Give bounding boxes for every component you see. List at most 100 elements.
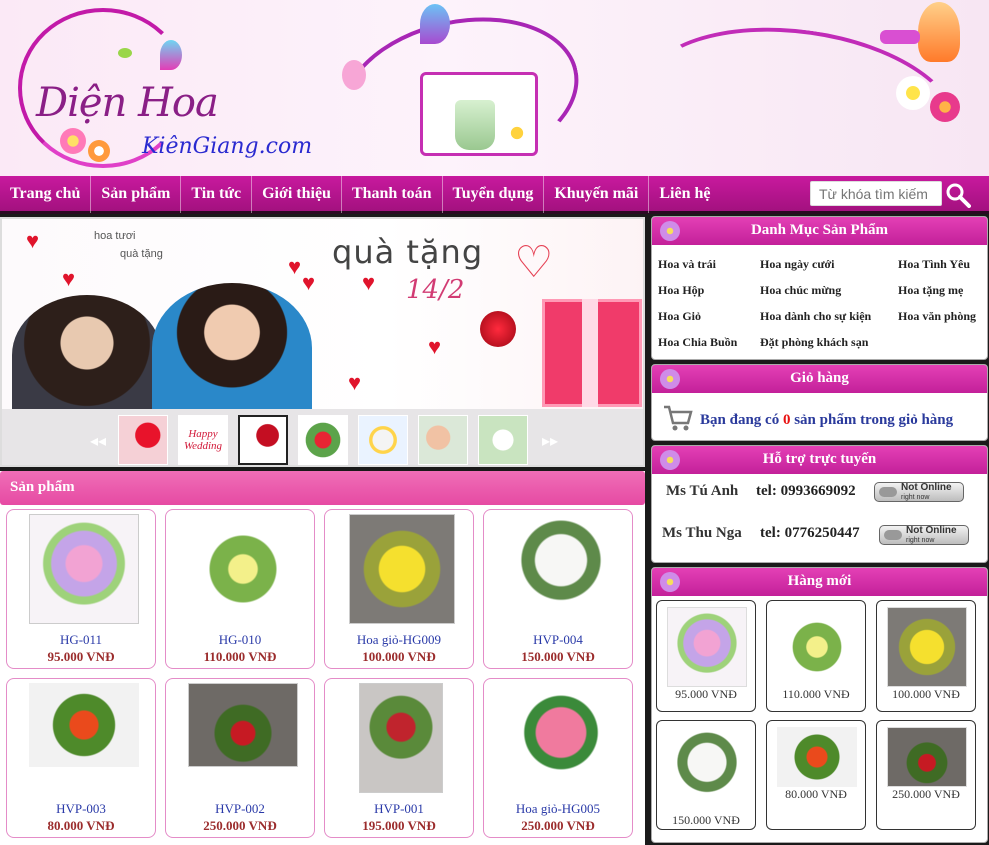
category-link[interactable]: Hoa và trái: [658, 257, 716, 272]
product-price: 80.000 VNĐ: [47, 818, 115, 833]
new-item-card[interactable]: 250.000 VNĐ: [876, 720, 976, 830]
flower-icon: [660, 221, 680, 241]
slider-thumbnail[interactable]: [478, 415, 528, 465]
cart-status-text: sản phẩm trong giỏ hàng: [790, 412, 954, 428]
product-card[interactable]: HVP-004 150.000 VNĐ: [483, 509, 633, 669]
cart-panel: Giỏ hàng Bạn đang có 0 sản phẩm trong gi…: [651, 364, 988, 441]
new-item-image[interactable]: [777, 607, 857, 687]
product-card[interactable]: HG-010 110.000 VNĐ: [165, 509, 315, 669]
new-item-price: 150.000 VNĐ: [672, 813, 740, 827]
next-arrow-icon[interactable]: ▸▸: [542, 431, 558, 450]
new-item-card[interactable]: 110.000 VNĐ: [766, 600, 866, 712]
cart-status[interactable]: Bạn đang có 0 sản phẩm trong giỏ hàng: [700, 412, 953, 429]
product-name[interactable]: HVP-003: [7, 801, 155, 817]
product-image[interactable]: [349, 514, 455, 624]
product-image[interactable]: [29, 683, 139, 767]
category-link[interactable]: Hoa Giỏ: [658, 309, 701, 324]
product-name[interactable]: Hoa giỏ-HG009: [325, 632, 473, 648]
slider-thumbnail[interactable]: [418, 415, 468, 465]
nav-item-payment[interactable]: Thanh toán: [342, 174, 443, 213]
category-link[interactable]: Hoa Chia Buồn: [658, 335, 737, 350]
nav-item-news[interactable]: Tin tức: [181, 174, 253, 213]
new-item-card[interactable]: 80.000 VNĐ: [766, 720, 866, 830]
product-image[interactable]: [188, 683, 298, 767]
product-image[interactable]: [359, 683, 443, 793]
product-card[interactable]: Hoa giỏ-HG009 100.000 VNĐ: [324, 509, 474, 669]
support-agent-phone[interactable]: tel: 0993669092: [756, 483, 856, 500]
slider-thumbnail[interactable]: [358, 415, 408, 465]
category-link[interactable]: Hoa Tình Yêu: [898, 257, 970, 272]
nav-item-home[interactable]: Trang chủ: [0, 174, 92, 213]
slider-thumbnail[interactable]: Happy Wedding: [178, 415, 228, 465]
product-card[interactable]: Hoa giỏ-HG005 250.000 VNĐ: [483, 678, 633, 838]
new-item-image[interactable]: [667, 607, 747, 687]
heart-outline-icon: ♡: [514, 238, 554, 287]
photo-girl: [12, 295, 162, 415]
support-panel: Hỗ trợ trực tuyến Ms Tú Anh tel: 0993669…: [651, 445, 988, 563]
support-agent-phone[interactable]: tel: 0776250447: [760, 525, 860, 542]
new-item-card[interactable]: 100.000 VNĐ: [876, 600, 976, 712]
product-image[interactable]: [188, 514, 298, 624]
logo-flower-icon: [88, 140, 110, 162]
search-input[interactable]: [810, 181, 942, 206]
new-item-card[interactable]: 95.000 VNĐ: [656, 600, 756, 712]
nav-item-recruitment[interactable]: Tuyển dụng: [443, 174, 545, 213]
product-name[interactable]: HVP-001: [325, 801, 473, 817]
new-item-image[interactable]: [667, 727, 747, 811]
nav-item-about[interactable]: Giới thiệu: [252, 174, 342, 213]
product-name[interactable]: HG-010: [166, 632, 314, 648]
category-link[interactable]: Hoa Hộp: [658, 283, 704, 298]
product-price: 150.000 VNĐ: [521, 649, 595, 664]
product-name[interactable]: HG-011: [7, 632, 155, 648]
nav-item-contact[interactable]: Liên hệ: [649, 175, 720, 213]
category-link[interactable]: Hoa tặng mẹ: [898, 283, 963, 298]
product-card[interactable]: HG-011 95.000 VNĐ: [6, 509, 156, 669]
daisy-icon: [896, 76, 930, 110]
product-name[interactable]: HVP-004: [484, 632, 632, 648]
trumpet-icon: [880, 30, 920, 44]
category-link[interactable]: Hoa chúc mừng: [760, 283, 841, 298]
yahoo-status-button[interactable]: Not Online right now: [874, 482, 964, 502]
slider-thumbnail-active[interactable]: [238, 415, 288, 465]
product-card[interactable]: HVP-002 250.000 VNĐ: [165, 678, 315, 838]
yahoo-status-button[interactable]: Not Online right now: [879, 525, 969, 545]
status-label: Not Online: [901, 482, 952, 493]
product-card[interactable]: HVP-001 195.000 VNĐ: [324, 678, 474, 838]
products-section: Sản phẩm HG-011 95.000 VNĐ HG-010 110.00…: [0, 471, 645, 845]
new-item-card[interactable]: 150.000 VNĐ: [656, 720, 756, 830]
logo-text[interactable]: Diện Hoa: [36, 80, 219, 126]
product-image[interactable]: [506, 514, 616, 624]
new-item-image[interactable]: [887, 607, 967, 687]
slide-image[interactable]: hoa tươi quà tặng quà tặng 14/2 ♥ ♥ ♥ ♥ …: [2, 219, 643, 415]
flower-icon: [660, 369, 680, 389]
category-panel-title: Danh Mục Sản Phẩm: [750, 222, 889, 238]
new-item-image[interactable]: [777, 727, 857, 787]
logo-domain[interactable]: KiênGiang.com: [142, 134, 312, 159]
nav-item-promotions[interactable]: Khuyến mãi: [544, 174, 650, 213]
category-link[interactable]: Hoa ngày cưới: [760, 257, 835, 272]
product-image[interactable]: [29, 514, 139, 624]
leaf-icon: [118, 48, 132, 58]
slider-thumbnail[interactable]: [118, 415, 168, 465]
product-card[interactable]: HVP-003 80.000 VNĐ: [6, 678, 156, 838]
promo-slider[interactable]: hoa tươi quà tặng quà tặng 14/2 ♥ ♥ ♥ ♥ …: [0, 217, 645, 467]
new-item-image[interactable]: [887, 727, 967, 787]
heart-icon: ♥: [348, 370, 362, 395]
product-image[interactable]: [506, 683, 616, 793]
nav-item-products[interactable]: Sản phẩm: [91, 174, 182, 213]
category-link[interactable]: Hoa dành cho sự kiện: [760, 309, 871, 324]
support-panel-title: Hỗ trợ trực tuyến: [762, 451, 877, 467]
main-nav: Trang chủ Sản phẩm Tin tức Giới thiệu Th…: [0, 174, 989, 214]
product-price: 195.000 VNĐ: [362, 818, 436, 833]
slider-thumbnail[interactable]: [298, 415, 348, 465]
search-icon[interactable]: [945, 182, 971, 208]
heart-icon: ♥: [428, 334, 442, 359]
prev-arrow-icon[interactable]: ◂◂: [90, 431, 106, 450]
product-name[interactable]: Hoa giỏ-HG005: [484, 801, 632, 817]
shopping-cart-icon[interactable]: [662, 401, 694, 433]
category-link[interactable]: Hoa văn phòng: [898, 309, 976, 324]
category-link[interactable]: Đặt phòng khách sạn: [760, 335, 868, 350]
status-label: Not Online: [906, 525, 957, 536]
status-indicator-icon: [879, 487, 897, 497]
product-name[interactable]: HVP-002: [166, 801, 314, 817]
